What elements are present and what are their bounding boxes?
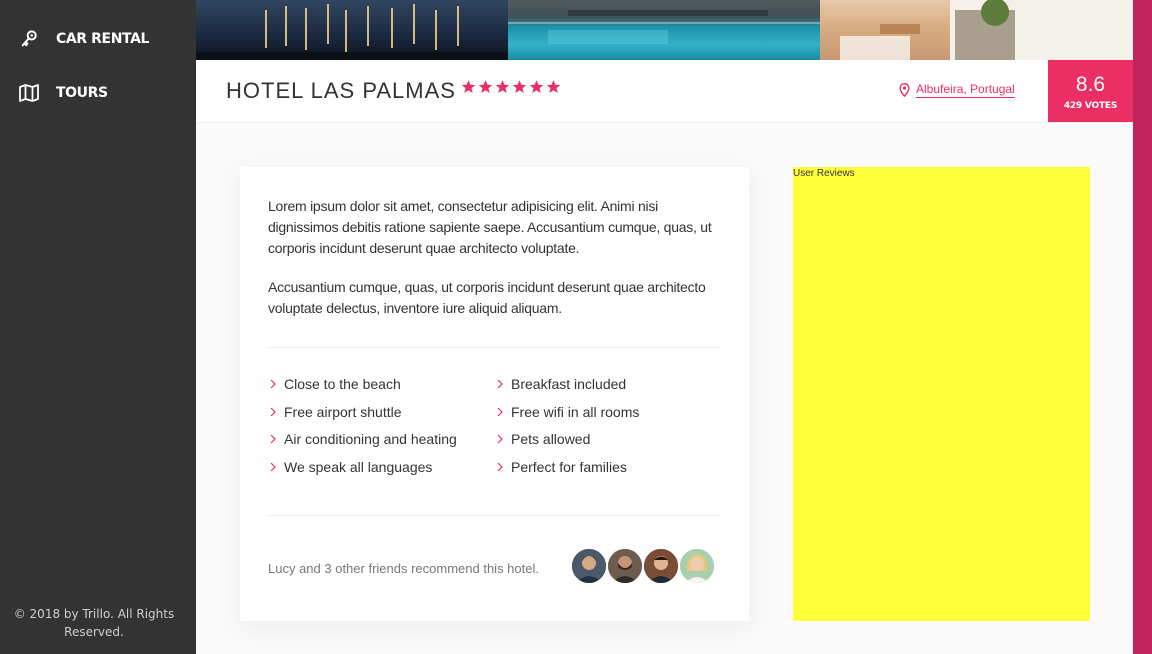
gallery-photo-terrace[interactable] (820, 0, 1133, 60)
feature-label: Perfect for families (511, 459, 627, 475)
chevron-right-icon (270, 462, 276, 472)
map-icon (19, 83, 39, 103)
hotel-header: HOTEL LAS PALMAS Albufeira, Portugal 8.6… (196, 60, 1133, 123)
feature-item: Air conditioning and heating (268, 431, 457, 447)
rating-badge: 8.6 429 VOTES (1048, 60, 1133, 122)
star-icon (529, 80, 544, 93)
sidebar-item-tours[interactable]: TOURS (0, 78, 196, 108)
description-paragraph: Accusantium cumque, quas, ut corporis in… (268, 279, 706, 316)
avatar[interactable] (642, 547, 680, 585)
sidebar-item-label: CAR RENTAL (56, 31, 150, 47)
star-icon (512, 80, 527, 93)
avatar[interactable] (570, 547, 608, 585)
star-icon (546, 80, 561, 93)
feature-item: Free airport shuttle (268, 404, 402, 420)
divider (268, 515, 720, 516)
feature-label: Air conditioning and heating (284, 431, 457, 447)
feature-item: Free wifi in all rooms (495, 404, 639, 420)
feature-label: Free wifi in all rooms (511, 404, 640, 420)
avatar[interactable] (606, 547, 644, 585)
hotel-location-link[interactable]: Albufeira, Portugal (899, 82, 1015, 98)
gallery-photo-pool-day[interactable] (508, 0, 820, 60)
feature-label: Free airport shuttle (284, 404, 402, 420)
rating-votes: 429 VOTES (1063, 101, 1118, 111)
description-card: Lorem ipsum dolor sit amet, consectetur … (240, 167, 749, 621)
feature-label: Breakfast included (511, 376, 627, 392)
user-reviews-panel: User Reviews (793, 167, 1090, 621)
chevron-right-icon (497, 407, 503, 417)
star-rating (461, 79, 561, 95)
recommend-text: Lucy and 3 other friends recommend this … (268, 561, 539, 576)
star-icon (495, 80, 510, 93)
rating-value: 8.6 (1075, 73, 1106, 96)
feature-item: Pets allowed (495, 431, 590, 447)
sidebar: CAR RENTAL TOURS © 2018 by Trillo. All R… (0, 0, 196, 654)
chevron-right-icon (270, 434, 276, 444)
star-icon (478, 80, 493, 93)
chevron-right-icon (497, 379, 503, 389)
photo-gallery (196, 0, 1133, 60)
legal-text: © 2018 by Trillo. All Rights Reserved. (13, 607, 175, 639)
feature-label: Pets allowed (511, 431, 591, 447)
friend-avatars (570, 547, 716, 585)
star-icon (461, 80, 476, 93)
sidebar-item-label: TOURS (56, 85, 108, 101)
sidebar-item-car-rental[interactable]: CAR RENTAL (0, 24, 196, 54)
feature-label: Close to the beach (284, 376, 401, 392)
user-reviews-label: User Reviews (793, 168, 855, 179)
avatar[interactable] (678, 547, 716, 585)
chevron-right-icon (497, 434, 503, 444)
feature-item: We speak all languages (268, 459, 432, 475)
main-content: HOTEL LAS PALMAS Albufeira, Portugal 8.6… (196, 0, 1133, 654)
description-paragraph: Lorem ipsum dolor sit amet, consectetur … (268, 198, 712, 256)
feature-item: Perfect for families (495, 459, 627, 475)
gallery-photo-pool-night[interactable] (196, 0, 508, 60)
chevron-right-icon (497, 462, 503, 472)
chevron-right-icon (270, 379, 276, 389)
chevron-right-icon (270, 407, 276, 417)
key-icon (19, 29, 39, 49)
hotel-location-text: Albufeira, Portugal (916, 82, 1015, 98)
divider (268, 347, 720, 348)
map-pin-icon (899, 83, 910, 97)
feature-item: Close to the beach (268, 376, 401, 392)
hotel-name: HOTEL LAS PALMAS (226, 78, 456, 103)
feature-label: We speak all languages (284, 459, 433, 475)
feature-item: Breakfast included (495, 376, 626, 392)
